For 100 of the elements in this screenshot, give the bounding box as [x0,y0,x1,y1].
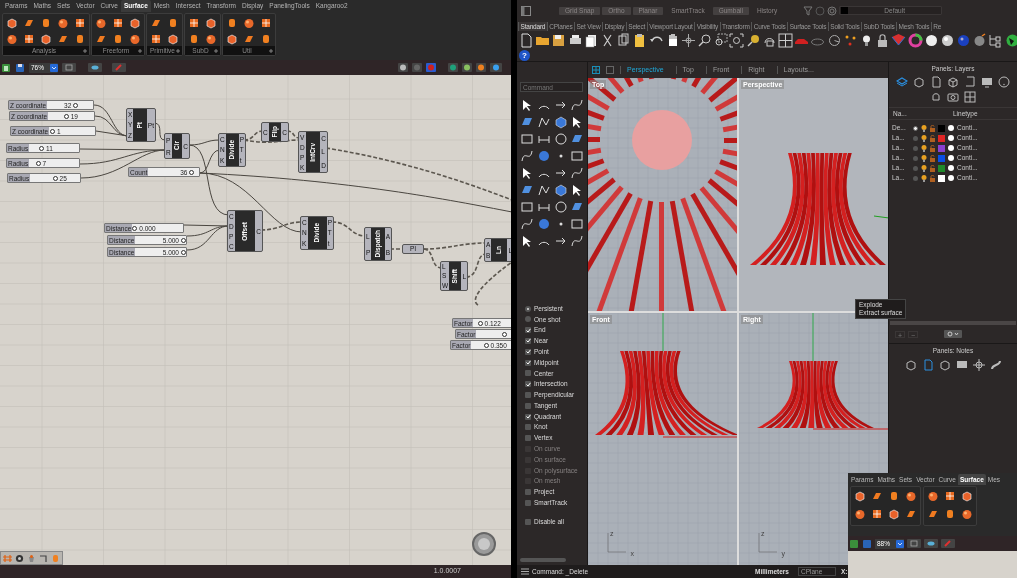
sphere-icon[interactable] [961,507,973,520]
dropdown-icon[interactable] [896,539,904,548]
rectangle-icon[interactable] [520,200,534,215]
slider-thumb[interactable] [189,170,195,175]
checkbox[interactable] [525,359,531,366]
navigation-wheel-icon[interactable] [471,531,497,557]
current-layer-radio[interactable] [913,175,918,181]
cylinder-icon[interactable] [112,33,124,45]
magnifier-icon[interactable] [697,32,713,48]
light-bulb-icon[interactable] [921,124,927,132]
slider-thumb[interactable] [39,146,45,151]
cube-icon[interactable] [947,76,959,89]
checkbox[interactable] [525,381,531,388]
sphere-icon[interactable] [854,507,866,520]
slider-thumb[interactable] [181,238,186,243]
slider-thumb[interactable] [477,321,483,326]
document-icon[interactable] [519,32,534,48]
light-bulb-icon[interactable] [921,134,927,142]
current-layer-radio[interactable] [913,155,918,161]
wire[interactable] [188,139,221,146]
sphere-icon[interactable] [243,17,255,29]
grid-icon[interactable] [871,507,883,520]
scroll-icon[interactable] [964,76,976,89]
current-layer-radio[interactable] [913,125,918,131]
cylinder-icon[interactable] [188,33,200,45]
hierarchy-icon[interactable] [988,32,1004,48]
padlock-icon[interactable] [930,154,935,162]
checkbox[interactable] [525,327,531,334]
gear-dropdown-icon[interactable] [944,330,962,339]
checkbox[interactable] [525,424,531,431]
help-icon[interactable] [998,76,1010,89]
cylinder-icon[interactable] [40,17,52,29]
checkbox[interactable] [525,338,531,344]
monitor-icon[interactable] [981,76,993,89]
plus-icon[interactable] [83,48,87,53]
padlock-icon[interactable] [930,124,935,132]
sheet-icon[interactable] [150,17,162,29]
cube-icon[interactable] [938,359,951,372]
circle-icon[interactable] [553,132,568,147]
checkbox[interactable] [525,348,531,355]
sphere-icon[interactable] [129,33,141,45]
sphere-icon[interactable] [95,17,107,29]
polyline-icon[interactable] [536,183,551,198]
grid-icon[interactable] [964,91,976,104]
sphere-icon[interactable] [205,33,217,45]
slider-thumb[interactable] [132,226,138,231]
box-icon[interactable] [553,115,568,130]
node-canvas[interactable] [0,75,511,565]
light-bulb-icon[interactable] [921,164,927,172]
color-wheel-icon[interactable] [907,32,923,48]
circle-icon[interactable] [553,200,568,215]
padlock-icon[interactable] [930,134,935,142]
checkbox[interactable] [525,489,531,496]
eye-icon[interactable] [88,63,102,72]
viewport-grid-icon[interactable] [778,32,793,48]
slider-thumb[interactable] [49,129,55,134]
wire[interactable] [188,144,230,216]
light-bulb-icon[interactable] [921,154,927,162]
padlock-icon[interactable] [930,144,935,152]
cylinder-icon[interactable] [167,17,179,29]
curve-icon[interactable] [520,149,534,164]
cylinder-icon[interactable] [888,490,900,502]
box-icon[interactable] [553,183,568,198]
scrollbar[interactable] [520,558,566,563]
curve-icon[interactable] [570,166,585,181]
save-icon[interactable] [15,62,25,73]
zoom-extents-icon[interactable] [729,32,745,48]
wire[interactable] [80,149,166,179]
cylinder-icon[interactable] [226,17,238,29]
radio-button[interactable] [525,305,531,312]
checkbox[interactable] [525,391,531,398]
layer-color-swatch[interactable] [938,164,945,172]
wire[interactable] [153,122,166,141]
target-icon[interactable] [972,359,985,372]
new-file-icon[interactable] [1,62,11,73]
current-layer-radio[interactable] [913,145,918,151]
bell-icon[interactable] [930,91,942,104]
spheres-icon[interactable] [462,63,472,72]
slider-thumb[interactable] [63,114,69,119]
wire[interactable] [95,130,129,137]
gear-icon[interactable] [15,553,24,563]
sphere-icon[interactable] [57,17,69,29]
slider-thumb[interactable] [181,250,186,255]
help-button[interactable]: ? [519,49,530,61]
checkbox[interactable] [525,518,531,525]
filter-icon[interactable] [803,5,814,16]
camera-icon[interactable] [947,91,959,104]
sphere-icon[interactable] [905,490,917,502]
current-layer-radio[interactable] [913,135,918,141]
checkbox[interactable] [525,499,531,506]
page-icon[interactable] [921,359,934,372]
wire[interactable] [186,225,230,237]
slider-thumb[interactable] [483,343,489,348]
sheet-icon[interactable] [871,490,883,502]
checkbox[interactable] [525,370,531,377]
dropdown-icon[interactable] [50,63,58,72]
shaded-sphere-icon[interactable] [939,32,955,48]
target-icon[interactable] [827,5,838,16]
light-bulb-icon[interactable] [921,174,927,182]
slider-thumb[interactable] [73,103,79,108]
